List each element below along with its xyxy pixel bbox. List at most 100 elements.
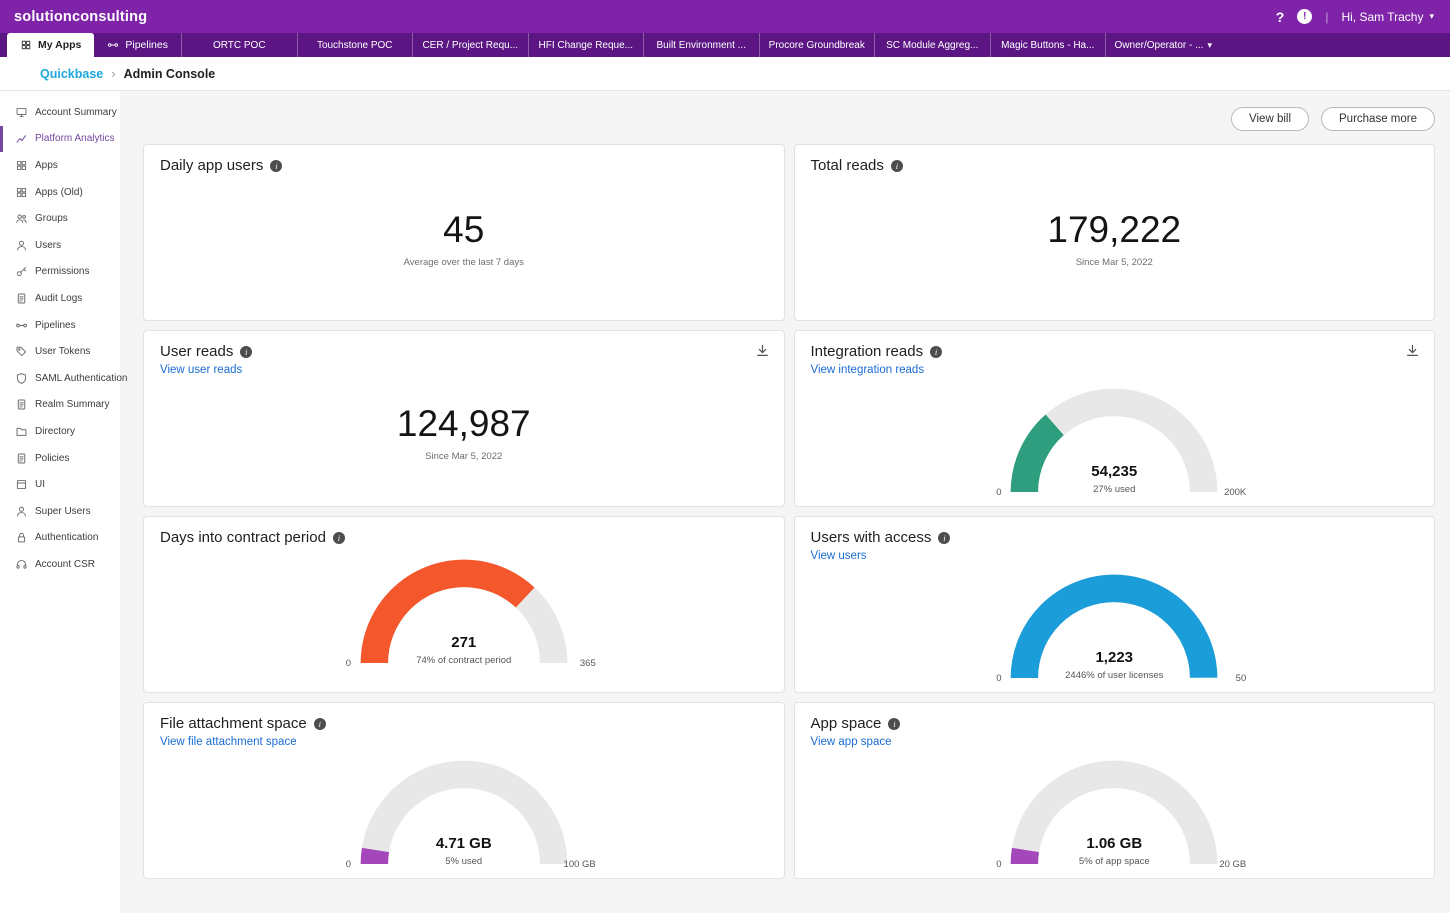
sidebar-item-realm-summary[interactable]: Realm Summary xyxy=(0,392,120,419)
contract-period-gauge: 271 74% of contract period 0 365 xyxy=(348,547,580,678)
saml-authentication-icon xyxy=(15,372,28,385)
sidebar-item-audit-logs[interactable]: Audit Logs xyxy=(0,285,120,312)
info-icon[interactable]: i xyxy=(938,532,950,544)
app-tab-label: Built Environment ... xyxy=(657,40,746,51)
sidebar-item-ui[interactable]: UI xyxy=(0,471,120,498)
download-icon[interactable] xyxy=(1405,343,1420,358)
view-bill-button[interactable]: View bill xyxy=(1231,107,1309,131)
platform-analytics-icon xyxy=(15,132,28,145)
app-tab[interactable]: Owner/Operator - ...▾ xyxy=(1105,33,1221,57)
sidebar-item-authentication[interactable]: Authentication xyxy=(0,525,120,552)
topbar: solutionconsulting ? ! | Hi, Sam Trachy … xyxy=(0,0,1450,33)
sidebar-item-apps[interactable]: Apps xyxy=(0,152,120,179)
gauge-min-label: 0 xyxy=(346,658,351,669)
app-tab-label: Magic Buttons - Ha... xyxy=(1001,40,1094,51)
card-integration-reads: Integration reads i View integration rea… xyxy=(794,330,1436,507)
card-total-reads: Total reads i 179,222 Since Mar 5, 2022 xyxy=(794,144,1436,321)
info-icon[interactable]: i xyxy=(891,160,903,172)
card-title: Users with access xyxy=(811,529,932,546)
help-icon[interactable]: ? xyxy=(1276,9,1285,25)
sidebar-item-saml-authentication[interactable]: SAML Authentication xyxy=(0,365,120,392)
alert-icon[interactable]: ! xyxy=(1297,9,1312,24)
gauge-value: 54,235 xyxy=(998,463,1230,480)
app-tab[interactable]: Procore Groundbreak xyxy=(759,33,875,57)
gauge-min-label: 0 xyxy=(346,859,351,870)
sidebar-item-account-csr[interactable]: Account CSR xyxy=(0,551,120,578)
info-icon[interactable]: i xyxy=(240,346,252,358)
app-tab-label: HFI Change Reque... xyxy=(539,40,634,51)
app-tab[interactable]: Magic Buttons - Ha... xyxy=(990,33,1106,57)
super-users-icon xyxy=(15,505,28,518)
info-icon[interactable]: i xyxy=(930,346,942,358)
gauge-max-label: 200K xyxy=(1224,487,1246,498)
sidebar-item-policies[interactable]: Policies xyxy=(0,445,120,472)
pipelines-icon xyxy=(15,319,28,332)
app-tab[interactable]: Touchstone POC xyxy=(297,33,413,57)
app-tab-label: CER / Project Requ... xyxy=(422,40,518,51)
breadcrumb-root-link[interactable]: Quickbase xyxy=(40,67,103,81)
sidebar-item-label: SAML Authentication xyxy=(35,373,127,384)
app-tab[interactable]: CER / Project Requ... xyxy=(412,33,528,57)
sidebar-item-label: UI xyxy=(35,479,45,490)
authentication-icon xyxy=(15,531,28,544)
info-icon[interactable]: i xyxy=(314,718,326,730)
app-tab[interactable]: Built Environment ... xyxy=(643,33,759,57)
realm-brand: solutionconsulting xyxy=(14,9,147,25)
tab-my-apps[interactable]: My Apps xyxy=(7,33,94,57)
view-integration-reads-link[interactable]: View integration reads xyxy=(811,364,925,376)
groups-icon xyxy=(15,212,28,225)
page-title: Admin Console xyxy=(124,67,216,81)
card-title: User reads xyxy=(160,343,233,360)
card-title: File attachment space xyxy=(160,715,307,732)
sidebar-item-platform-analytics[interactable]: Platform Analytics xyxy=(0,126,120,153)
info-icon[interactable]: i xyxy=(270,160,282,172)
sidebar-item-users[interactable]: Users xyxy=(0,232,120,259)
sidebar-item-directory[interactable]: Directory xyxy=(0,418,120,445)
card-app-space: App space i View app space 1.06 GB 5% of… xyxy=(794,702,1436,879)
card-file-attachment-space: File attachment space i View file attach… xyxy=(143,702,785,879)
sidebar-item-user-tokens[interactable]: User Tokens xyxy=(0,338,120,365)
info-icon[interactable]: i xyxy=(888,718,900,730)
info-icon[interactable]: i xyxy=(333,532,345,544)
tab-label: Pipelines xyxy=(125,39,168,51)
app-space-gauge: 1.06 GB 5% of app space 0 20 GB xyxy=(998,748,1230,879)
sidebar-item-permissions[interactable]: Permissions xyxy=(0,259,120,286)
app-tab[interactable]: HFI Change Reque... xyxy=(528,33,644,57)
tab-label: My Apps xyxy=(38,39,81,51)
view-user-reads-link[interactable]: View user reads xyxy=(160,364,242,376)
purchase-more-button[interactable]: Purchase more xyxy=(1321,107,1435,131)
sidebar-item-label: Apps (Old) xyxy=(35,187,83,198)
sidebar-item-account-summary[interactable]: Account Summary xyxy=(0,99,120,126)
card-title: Integration reads xyxy=(811,343,924,360)
card-title: Total reads xyxy=(811,157,884,174)
sidebar-item-super-users[interactable]: Super Users xyxy=(0,498,120,525)
tab-pipelines[interactable]: Pipelines xyxy=(94,33,181,57)
sidebar-item-apps-old[interactable]: Apps (Old) xyxy=(0,179,120,206)
download-icon[interactable] xyxy=(755,343,770,358)
realm-summary-icon xyxy=(15,398,28,411)
app-tab[interactable]: ORTC POC xyxy=(181,33,297,57)
metric-value: 124,987 xyxy=(397,403,531,445)
card-user-reads: User reads i View user reads 124,987 Sin… xyxy=(143,330,785,507)
gauge-subtitle: 74% of contract period xyxy=(348,655,580,666)
sidebar-item-pipelines[interactable]: Pipelines xyxy=(0,312,120,339)
gauge-value: 1.06 GB xyxy=(998,835,1230,852)
user-menu[interactable]: Hi, Sam Trachy ▾ xyxy=(1341,10,1434,24)
gauge-min-label: 0 xyxy=(996,859,1001,870)
app-tab[interactable]: SC Module Aggreg... xyxy=(874,33,990,57)
view-users-link[interactable]: View users xyxy=(811,550,867,562)
view-app-space-link[interactable]: View app space xyxy=(811,736,892,748)
gauge-min-label: 0 xyxy=(996,487,1001,498)
app-tab-label: Touchstone POC xyxy=(317,40,393,51)
app-tabbar: My Apps Pipelines ORTC POC Touchstone POC… xyxy=(0,33,1450,57)
divider: | xyxy=(1325,10,1328,24)
sidebar-item-label: Account Summary xyxy=(35,107,117,118)
main-content: View bill Purchase more Daily app users … xyxy=(120,91,1450,913)
chevron-right-icon: › xyxy=(111,66,115,81)
view-file-attachment-space-link[interactable]: View file attachment space xyxy=(160,736,297,748)
gauge-subtitle: 5% used xyxy=(348,856,580,867)
app-tab-label: Owner/Operator - ... xyxy=(1115,40,1204,51)
sidebar-item-groups[interactable]: Groups xyxy=(0,205,120,232)
users-with-access-gauge: 1,223 2446% of user licenses 0 50 xyxy=(998,562,1230,693)
app-tab-label: ORTC POC xyxy=(213,40,266,51)
